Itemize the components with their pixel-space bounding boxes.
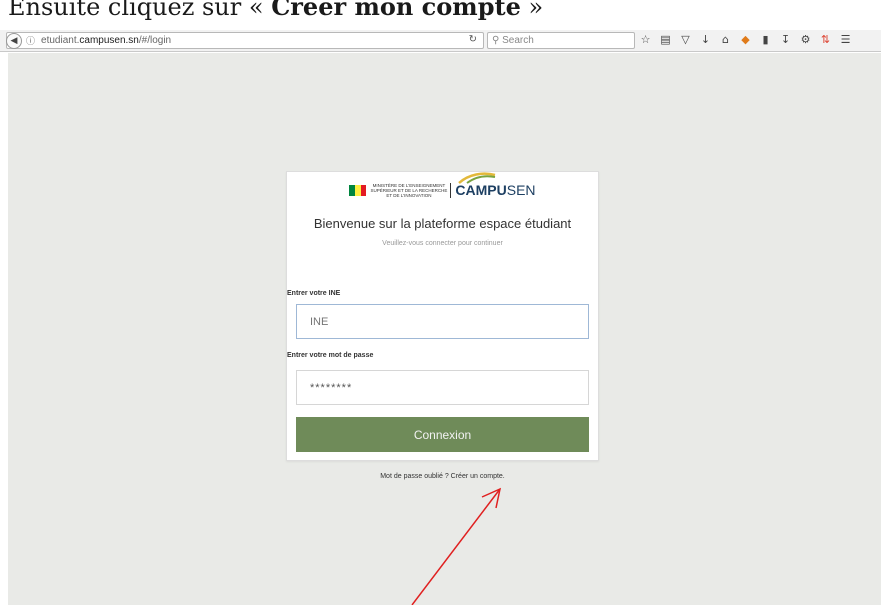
caption-prefix: Ensuite cliquez sur « — [8, 0, 272, 21]
bookmark-star-icon[interactable]: ☆ — [640, 33, 651, 47]
logo: MINISTÈRE DE L'ENSEIGNEMENT SUPÉRIEUR ET… — [287, 172, 598, 198]
menu-icon[interactable]: ☰ — [840, 33, 851, 47]
identity-icon[interactable]: ⓘ — [26, 34, 35, 47]
home-icon[interactable]: ⌂ — [720, 33, 731, 47]
forgot-password-link[interactable]: Mot de passe oublié ? — [380, 473, 449, 480]
reload-icon[interactable]: ↻ — [469, 34, 477, 45]
url-bar[interactable]: ◀ ⓘ etudiant.campusen.sn/#/login ↻ — [6, 32, 484, 49]
create-account-link[interactable]: Créer un compte. — [451, 473, 505, 480]
ministry-name: MINISTÈRE DE L'ENSEIGNEMENT SUPÉRIEUR ET… — [370, 182, 452, 198]
brand-thin: SEN — [506, 182, 536, 198]
password-label: Entrer votre mot de passe — [287, 352, 374, 359]
senegal-flag-icon — [349, 184, 367, 196]
ministry-line-1: MINISTÈRE DE L'ENSEIGNEMENT — [372, 182, 446, 188]
browser-toolbar: ◀ ⓘ etudiant.campusen.sn/#/login ↻ ⚲ Sea… — [0, 30, 881, 52]
account-links: Mot de passe oublié ? Créer un compte. — [286, 473, 599, 480]
url-prefix: etudiant. — [41, 35, 80, 46]
sync-icon[interactable]: ⇅ — [820, 33, 831, 47]
ministry-line-3: ET DE L'INNOVATION — [386, 192, 432, 198]
swoosh-icon — [458, 172, 496, 184]
caption-bold: Créer mon compte — [271, 0, 521, 21]
addon-icon[interactable]: ⚙ — [800, 33, 811, 47]
campusen-logo: CAMPUSEN — [455, 172, 536, 198]
reading-list-icon[interactable]: ▤ — [660, 33, 671, 47]
url-text[interactable]: etudiant.campusen.sn/#/login — [41, 35, 171, 46]
connexion-button[interactable]: Connexion — [296, 417, 589, 452]
library-icon[interactable]: ▮ — [760, 33, 771, 47]
ine-label: Entrer votre INE — [287, 290, 341, 297]
search-bar[interactable]: ⚲ Search — [487, 32, 635, 49]
welcome-title: Bienvenue sur la plateforme espace étudi… — [313, 216, 572, 231]
tutorial-caption: Ensuite cliquez sur « Créer mon compte » — [0, 0, 881, 30]
search-placeholder: Search — [502, 35, 534, 46]
extension-icon[interactable]: ◆ — [740, 33, 751, 47]
login-card: MINISTÈRE DE L'ENSEIGNEMENT SUPÉRIEUR ET… — [286, 171, 599, 461]
login-subtitle: Veuillez-vous connecter pour continuer — [382, 240, 503, 247]
pocket-icon[interactable]: ▽ — [680, 33, 691, 47]
toolbar-icons: ☆ ▤ ▽ ↓ ⌂ ◆ ▮ ↧ ⚙ ⇅ ☰ — [640, 33, 851, 47]
caption-text: Ensuite cliquez sur « Créer mon compte » — [8, 0, 543, 21]
url-path: /#/login — [138, 35, 172, 46]
downloads-icon[interactable]: ↓ — [700, 33, 711, 47]
ministry-line-2: SUPÉRIEUR ET DE LA RECHERCHE — [370, 187, 448, 193]
search-icon: ⚲ — [492, 35, 500, 46]
download-helper-icon[interactable]: ↧ — [780, 33, 791, 47]
url-domain: campusen.sn — [79, 35, 139, 46]
brand-bold: CAMPU — [455, 182, 507, 198]
ine-input[interactable] — [296, 304, 589, 339]
back-icon[interactable]: ◀ — [6, 32, 22, 49]
page-content: MINISTÈRE DE L'ENSEIGNEMENT SUPÉRIEUR ET… — [8, 53, 881, 605]
caption-suffix: » — [520, 0, 544, 21]
password-input[interactable] — [296, 370, 589, 405]
